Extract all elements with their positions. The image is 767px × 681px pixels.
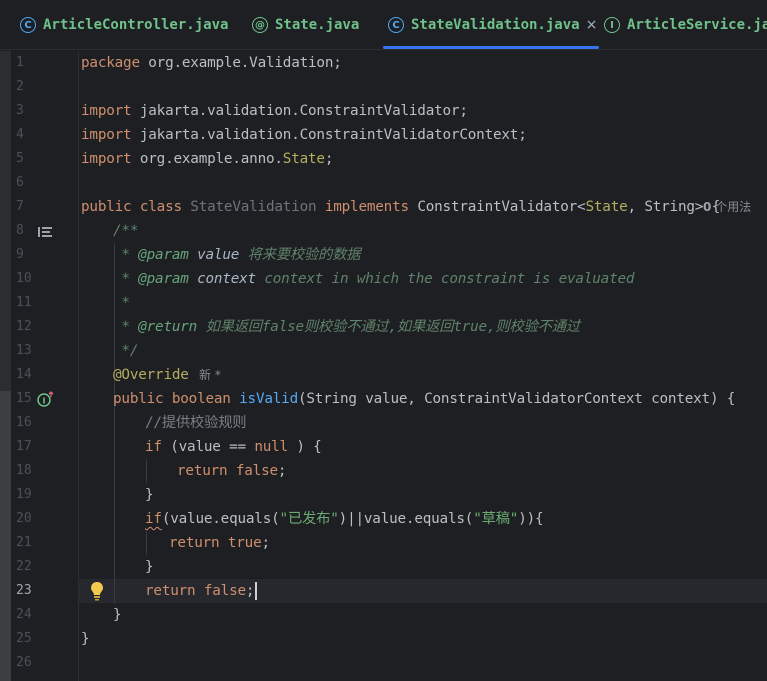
annotation-icon: @ <box>252 17 268 33</box>
tab-article-service[interactable]: I ArticleService.jav <box>604 0 767 49</box>
code-line: return true; <box>169 535 270 551</box>
line-number: 2 <box>16 79 24 94</box>
class-icon: C <box>20 17 36 33</box>
code-line: package org.example.Validation; <box>81 55 342 71</box>
code-line: public class StateValidation implements … <box>0 195 767 219</box>
code-line-current: return false; <box>0 579 767 603</box>
code-line: * @return 如果返回false则校验不通过,如果返回true,则校验不通… <box>113 319 580 335</box>
code-line: } <box>81 631 90 647</box>
code-line: import org.example.anno.State; <box>81 151 334 167</box>
tab-article-controller[interactable]: C ArticleController.java <box>20 0 229 49</box>
code-editor[interactable]: 1 2 3 4 5 6 7 8 9 10 11 12 13 14 15 16 17 18 19 20 21 22 23 24 2… <box>0 51 767 681</box>
code-line: return false; <box>177 463 287 479</box>
code-line: public boolean isValid(String value, Con… <box>113 391 736 407</box>
tab-label: ArticleController.java <box>43 17 229 33</box>
code-line: //提供校验规则 <box>145 415 247 431</box>
tab-label: ArticleService.jav <box>627 17 767 33</box>
code-line: if(value.equals("已发布")||value.equals("草稿… <box>145 511 544 527</box>
code-line: } <box>145 559 154 575</box>
code-line: * @param context context in which the co… <box>113 271 635 287</box>
tab-state-validation[interactable]: C StateValidation.java × <box>388 0 598 49</box>
code-line: * @param value 将来要校验的数据 <box>113 247 361 263</box>
tab-label: State.java <box>275 17 360 33</box>
close-tab-icon[interactable]: × <box>586 17 598 33</box>
code-line: if (value == null ) { <box>145 439 322 455</box>
editor-tab-bar: C ArticleController.java @ State.java C … <box>0 0 767 50</box>
interface-icon: I <box>604 17 620 33</box>
code-line: import jakarta.validation.ConstraintVali… <box>81 103 468 119</box>
code-line: } <box>145 487 154 503</box>
line-number: 6 <box>16 175 24 190</box>
code-line: /** <box>113 223 139 239</box>
tab-label: StateValidation.java <box>411 17 580 33</box>
text-caret <box>255 582 258 600</box>
tab-state[interactable]: @ State.java <box>252 0 360 49</box>
code-line: * <box>113 295 130 311</box>
code-line: @Override 新 * <box>0 363 767 387</box>
active-tab-indicator <box>383 46 599 49</box>
line-number: 26 <box>16 655 32 670</box>
code-line: import jakarta.validation.ConstraintVali… <box>81 127 527 143</box>
author-hint[interactable]: 新 * <box>199 363 221 387</box>
code-line: } <box>113 607 122 623</box>
class-icon: C <box>388 17 404 33</box>
code-line: */ <box>113 343 139 359</box>
usages-hint[interactable]: 0 个用法 <box>703 195 751 219</box>
